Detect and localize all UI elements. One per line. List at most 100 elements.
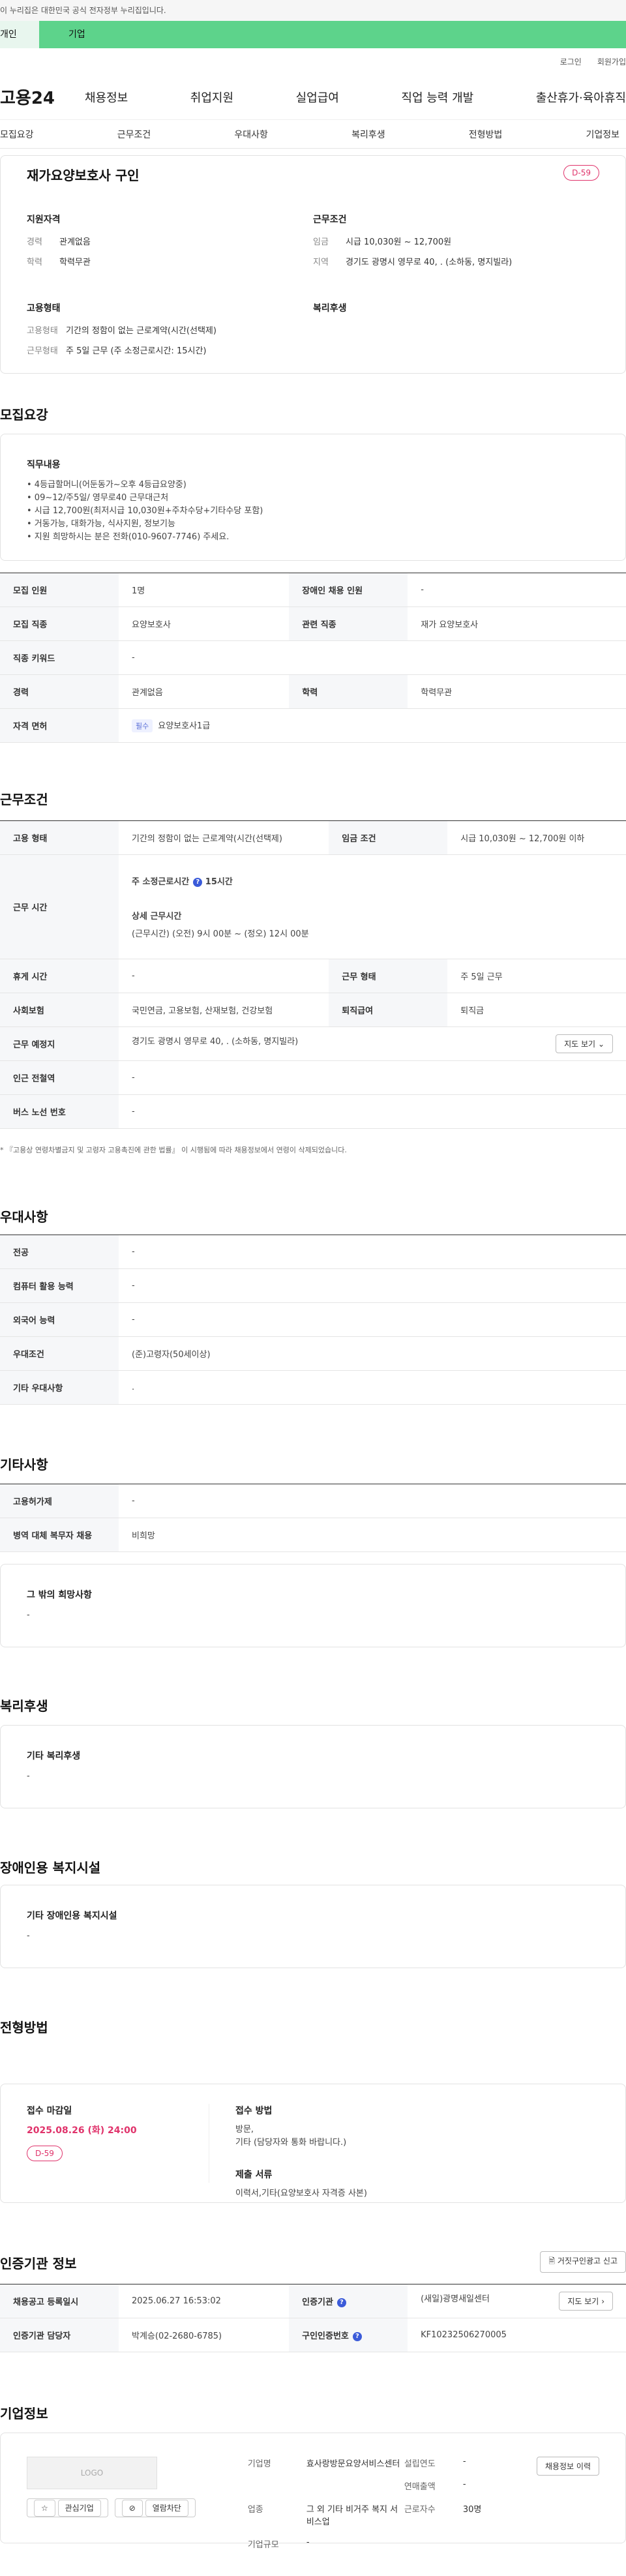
gnb-item-benefit[interactable]: 실업급여 <box>296 89 339 106</box>
table-cell: - <box>119 1235 626 1269</box>
founded-label: 설립연도 <box>404 2459 436 2469</box>
table-row: 근무 시간 주 소정근로시간? 15시간 상세 근무시간 (근무시간) (오전)… <box>0 854 626 959</box>
license-value: 요양보호사1급 <box>158 721 211 731</box>
subnav-pref[interactable]: 우대사항 <box>234 128 268 141</box>
table-cell: (준)고령자(50세이상) <box>119 1336 626 1371</box>
subnav-welfare[interactable]: 복리후생 <box>351 128 385 141</box>
table-header-cell: 기타 우대사항 <box>0 1370 119 1405</box>
site-logo[interactable]: 고용24 <box>0 85 85 109</box>
block-view-button[interactable]: ⊘ 열람차단 <box>114 2498 196 2517</box>
area-value: 경기도 광명시 영무로 40, . (소하동, 명지빌라) <box>346 258 513 267</box>
help-icon[interactable]: ? <box>336 2298 346 2307</box>
required-badge: 필수 <box>132 719 153 732</box>
detail-hours-value: (근무시간) (오전) 9시 00분 ~ (정오) 12시 00분 <box>132 929 309 939</box>
process-section-title: 전형방법 <box>0 2020 48 2035</box>
duty-line: • 4등급할머니(어둔동가~오후 4등급요양중) <box>27 480 186 490</box>
company-box: LOGO ☆ 관심기업 ⊘ 열람차단 기업명 효사랑방문요양서비스센터 설립연도… <box>0 2433 626 2550</box>
duty-box: 직무내용 • 4등급할머니(어둔동가~오후 4등급요양중) • 09~12/주5… <box>0 434 626 561</box>
table-header-cell: 관련 직종 <box>289 607 408 641</box>
table-cell: 기간의 정함이 없는 근로계약(시간(선택제) <box>119 820 329 855</box>
job-title: 재가요양보호사 구인 <box>27 168 140 183</box>
table-cell: 경기도 광명시 영무로 40, . (소하동, 명지빌라) 지도 보기 ⌄ <box>119 1026 626 1061</box>
signup-link[interactable]: 회원가입 <box>597 56 626 67</box>
company-info-grid: 기업명 효사랑방문요양서비스센터 설립연도 - 연매출액 - 업종 그 외 기타… <box>248 2457 541 2550</box>
deadline-heading: 접수 마감일 <box>27 2106 72 2116</box>
user-type-bar: 개인 기업 <box>0 21 626 48</box>
industry-label: 업종 <box>247 2505 263 2515</box>
wtype-value: 주 5일 근무 (주 소정근로시간: 15시간) <box>66 346 207 356</box>
table-header-cell: 자격 면허 <box>0 708 119 743</box>
method-heading: 접수 방법 <box>235 2106 273 2116</box>
recruit-section-title: 모집요강 <box>0 407 48 423</box>
table-header-cell: 버스 노선 번호 <box>0 1094 119 1129</box>
subnav-company[interactable]: 기업정보 <box>586 128 619 141</box>
table-header-cell: 장애인 채용 인원 <box>289 573 408 607</box>
chevron-right-icon: › <box>601 2297 604 2306</box>
table-row: 자격 면허 필수 요양보호사1급 <box>0 708 626 743</box>
tab-personal[interactable]: 개인 <box>0 21 39 48</box>
map-view-button[interactable]: 지도 보기 ⌄ <box>556 1034 613 1053</box>
pref-table: 전공 - 컴퓨터 활용 능력 - 외국어 능력 - 우대조건 (준)고령자(50세이상)… <box>0 1235 626 1405</box>
subnav-work[interactable]: 근무조건 <box>117 128 151 141</box>
etype-value: 기간의 정함이 없는 근로계약(시간(선택제) <box>66 326 216 336</box>
job-history-button[interactable]: 채용정보 이력 <box>536 2457 599 2476</box>
table-row: 기타 우대사항. <box>0 1370 626 1405</box>
dday-badge: D-59 <box>563 165 599 181</box>
employment-type-block: 고용형태 고용형태 기간의 정함이 없는 근로계약(시간(선택제) 근무형태 주 5… <box>27 301 313 364</box>
table-row: 인증기관 담당자 박계승(02-2680-6785) 구인인증번호? KF102… <box>0 2318 626 2352</box>
table-header-cell: 우대조건 <box>0 1336 119 1371</box>
company-section-title: 기업정보 <box>0 2406 48 2421</box>
disabled-box-heading: 기타 장애인용 복지시설 <box>27 1911 117 1921</box>
gnb-item-training[interactable]: 직업 능력 개발 <box>401 89 473 106</box>
gnb-item-jobs[interactable]: 채용정보 <box>85 89 128 106</box>
table-header-cell: 채용공고 등록일시 <box>0 2284 119 2318</box>
career-label: 경력 <box>27 237 42 247</box>
table-cell: 박계승(02-2680-6785) <box>119 2318 290 2352</box>
subnav-process[interactable]: 전형방법 <box>469 128 503 141</box>
auth-section-title: 인증기관 정보 <box>0 2256 77 2271</box>
deadline-block: 접수 마감일 2025.08.26 (화) 24:00 D-59 <box>27 2104 209 2183</box>
welfare-block: 복리후생 <box>313 301 599 364</box>
detail-hours-label: 상세 근무시간 <box>132 912 182 921</box>
employees-label: 근로자수 <box>404 2505 436 2515</box>
table-cell: - <box>408 573 626 607</box>
auth-map-button[interactable]: 지도 보기 › <box>559 2292 613 2311</box>
table-cell: - <box>119 1302 626 1337</box>
help-icon[interactable]: ? <box>193 877 203 887</box>
favorite-company-button[interactable]: ☆ 관심기업 <box>27 2498 108 2517</box>
method-value: 방문, <box>235 2125 254 2134</box>
table-cell: 2025.06.27 16:53:02 <box>119 2284 290 2318</box>
auth-table: 채용공고 등록일시 2025.06.27 16:53:02 인증기관? (새일)… <box>0 2284 626 2352</box>
founded-value: - <box>462 2457 466 2466</box>
table-row: 전공 - <box>0 1235 626 1269</box>
table-header-cell: 퇴직급여 <box>329 993 448 1027</box>
table-row: 경력 관계없음 학력 학력무관 <box>0 674 626 709</box>
etc-table: 고용허가제 - 병역 대체 복무자 채용 비희망 <box>0 1484 626 1552</box>
other-wish-value: - <box>27 1610 30 1620</box>
docs-value: 이력서,기타(요양보호사 자격증 사본) <box>235 2189 367 2198</box>
report-fake-ad-button[interactable]: 🗎 거짓구인광고 신고 <box>540 2251 626 2273</box>
table-cell: 필수 요양보호사1급 <box>119 708 626 743</box>
help-icon[interactable]: ? <box>352 2331 362 2341</box>
table-cell: 주 5일 근무 <box>447 959 626 993</box>
condition-heading: 근무조건 <box>313 215 347 225</box>
gnb-item-leave[interactable]: 출산휴가·육아휴직 <box>536 89 626 106</box>
employment-type-heading: 고용형태 <box>27 303 61 314</box>
welfare-box-value: - <box>27 1771 30 1781</box>
duty-heading: 직무내용 <box>27 460 61 470</box>
duty-line: • 시급 12,700원(최저시급 10,030원+주차수당+기타수당 포함) <box>27 506 263 516</box>
tab-company[interactable]: 기업 <box>39 21 626 48</box>
gnb-item-support[interactable]: 취업지원 <box>190 89 233 106</box>
work-table: 고용 형태 기간의 정함이 없는 근로계약(시간(선택제) 임금 조건 시급 1… <box>0 820 626 1129</box>
chevron-down-icon: ⌄ <box>597 1040 604 1049</box>
block-icon: ⊘ <box>121 2500 143 2517</box>
other-wish-box: 그 밖의 희망사항 - <box>0 1564 626 1647</box>
table-header-cell: 전공 <box>0 1235 119 1269</box>
login-link[interactable]: 로그인 <box>560 56 582 67</box>
size-label: 기업규모 <box>247 2540 279 2550</box>
size-value: - <box>306 2538 310 2547</box>
table-header-cell: 모집 인원 <box>0 573 119 607</box>
subnav-recruit[interactable]: 모집요강 <box>0 128 34 141</box>
table-header-cell: 고용허가제 <box>0 1484 119 1518</box>
table-header-cell: 학력 <box>289 674 408 709</box>
